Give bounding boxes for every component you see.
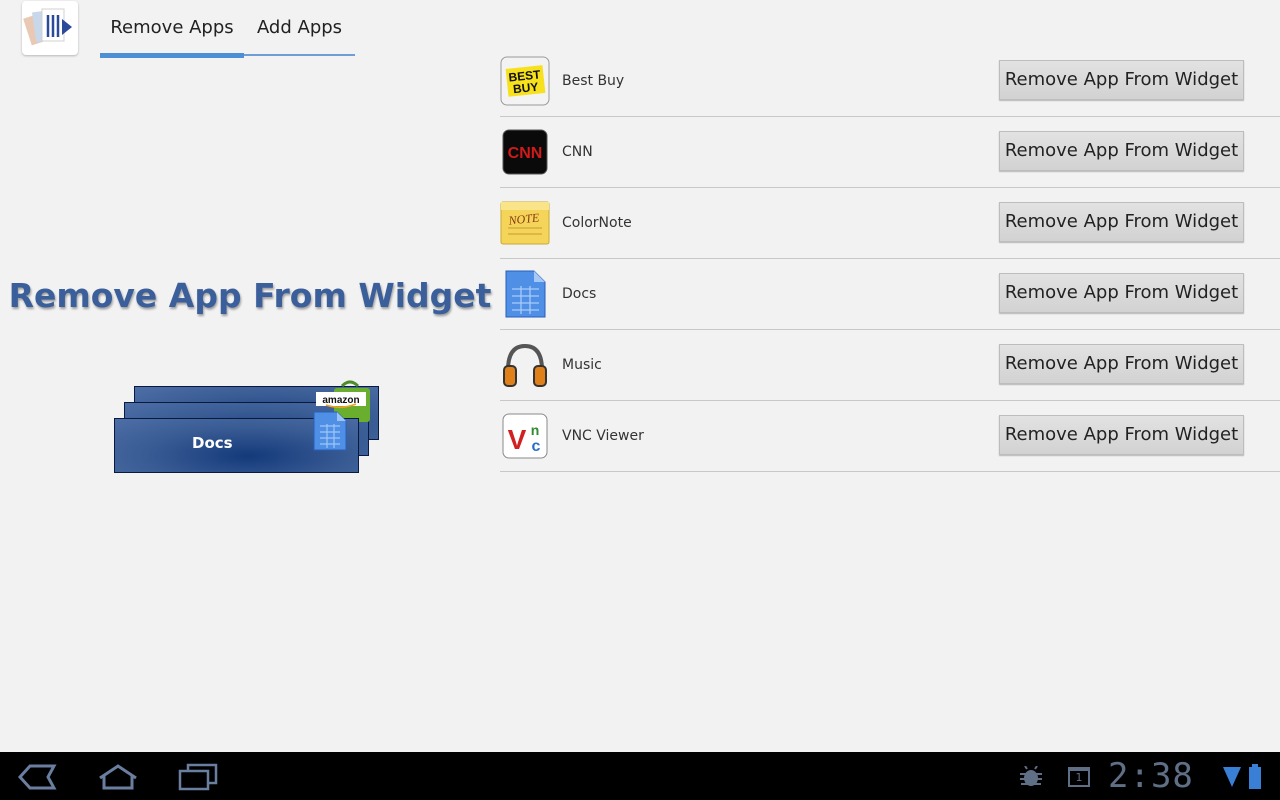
remove-app-button[interactable]: Remove App From Widget (999, 344, 1244, 384)
vnc-viewer-icon: V n c (502, 413, 548, 459)
best-buy-logo-text: BUY (512, 80, 539, 97)
remove-app-button[interactable]: Remove App From Widget (999, 415, 1244, 455)
app-name: CNN (562, 144, 593, 160)
remove-app-button[interactable]: Remove App From Widget (999, 202, 1244, 242)
calendar-notification-icon: 1 (1068, 767, 1090, 787)
remove-app-button[interactable]: Remove App From Widget (999, 273, 1244, 313)
list-item: CNN CNN Remove App From Widget (500, 117, 1280, 188)
app-name: VNC Viewer (562, 428, 644, 444)
widget-card-label: Docs (192, 434, 233, 452)
cnn-logo-text: CNN (508, 145, 543, 162)
remove-app-button[interactable]: Remove App From Widget (999, 60, 1244, 100)
home-icon[interactable] (96, 762, 140, 792)
tab-add-apps[interactable]: Add Apps (244, 0, 355, 56)
promo-title: Remove App From Widget (8, 276, 492, 315)
app-logo-icon[interactable] (22, 1, 78, 55)
vnc-c-letter: c (532, 438, 541, 455)
app-name: ColorNote (562, 215, 632, 231)
vnc-n-letter: n (531, 422, 540, 438)
vnc-v-letter: V (508, 424, 527, 455)
app-name: Best Buy (562, 73, 625, 89)
app-name: Music (562, 357, 602, 373)
debug-bug-icon (1020, 766, 1042, 786)
cnn-icon: CNN (502, 129, 548, 175)
best-buy-icon: BEST BUY (500, 56, 550, 106)
list-item: NOTE ColorNote Remove App From Widget (500, 188, 1280, 259)
app-list: BEST BUY Best Buy Remove App From Widget… (500, 46, 1280, 472)
battery-icon (1249, 764, 1261, 789)
app-name: Docs (562, 286, 597, 302)
list-item: V n c VNC Viewer Remove App From Widget (500, 401, 1280, 472)
list-item: BEST BUY Best Buy Remove App From Widget (500, 46, 1280, 117)
system-bar: 1 2:38 (0, 752, 1280, 800)
wifi-signal-icon (1223, 767, 1241, 787)
tab-remove-apps[interactable]: Remove Apps (100, 0, 244, 58)
docs-icon (505, 270, 546, 318)
back-icon[interactable] (16, 762, 58, 792)
clock: 2:38 (1108, 756, 1194, 796)
colornote-icon: NOTE (500, 201, 550, 245)
list-item: Music Remove App From Widget (500, 330, 1280, 401)
mini-docs-icon (313, 411, 347, 451)
list-item: Docs Remove App From Widget (500, 259, 1280, 330)
recent-apps-icon[interactable] (176, 762, 220, 792)
remove-app-button[interactable]: Remove App From Widget (999, 131, 1244, 171)
tab-bar: Remove Apps Add Apps (100, 0, 355, 58)
music-icon (503, 343, 547, 387)
